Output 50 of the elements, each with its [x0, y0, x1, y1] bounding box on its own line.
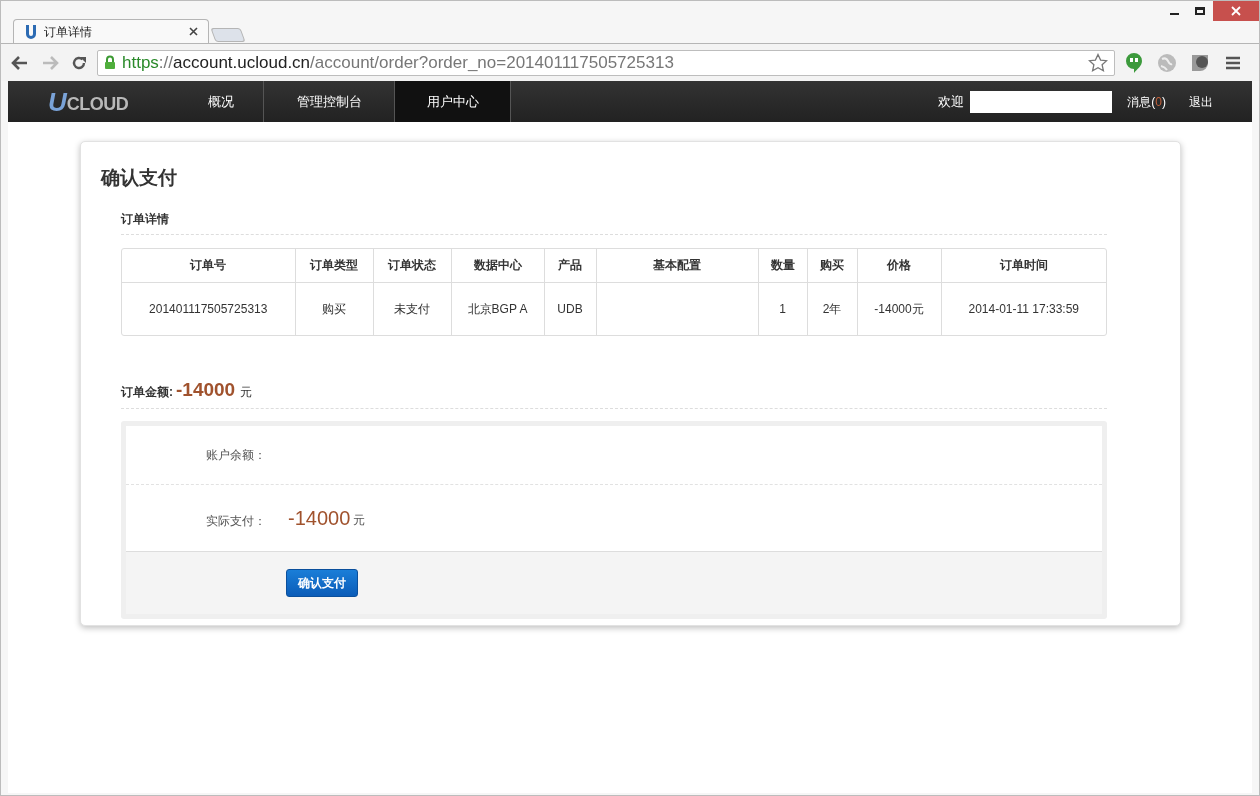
star-icon[interactable] — [1088, 52, 1108, 73]
column-header: 购买 — [807, 248, 857, 283]
column-header: 订单类型 — [295, 248, 373, 283]
actual-payment-label: 实际支付： — [206, 513, 266, 530]
logo-icon — [24, 23, 38, 40]
close-icon[interactable] — [189, 27, 198, 36]
table-cell: 购买 — [322, 301, 346, 316]
table-cell: 2014-01-11 17:33:59 — [968, 301, 1079, 316]
column-header: 基本配置 — [596, 248, 758, 283]
actual-payment-value: -14000 — [288, 506, 351, 531]
messages-link[interactable]: 消息(0) — [1127, 92, 1166, 111]
logout-link[interactable]: 退出 — [1189, 92, 1213, 111]
table-cell: 未支付 — [394, 301, 430, 316]
currency-unit: 元 — [240, 383, 253, 401]
currency-unit: 元 — [353, 512, 366, 529]
section-title: 订单详情 — [121, 209, 1107, 235]
column-header: 数量 — [758, 248, 807, 283]
page-title: 确认支付 — [101, 166, 178, 190]
reload-icon[interactable] — [71, 54, 87, 71]
extension-icon[interactable] — [1191, 53, 1209, 72]
order-amount-label: 订单金额: — [121, 383, 173, 401]
table-cell: 2年 — [822, 301, 842, 316]
nav-tab[interactable]: 用户中心 — [395, 81, 511, 122]
lock-icon — [104, 55, 116, 70]
confirm-payment-button[interactable]: 确认支付 — [286, 569, 358, 597]
table-cell: UDB — [557, 301, 583, 316]
column-header: 订单时间 — [941, 248, 1106, 283]
column-header: 价格 — [857, 248, 941, 283]
table-cell: 201401117505725313 — [149, 301, 268, 316]
column-header: 数据中心 — [451, 248, 544, 283]
url-text: https://account.ucloud.cn/account/order?order_no=201401117505725313 — [122, 51, 675, 74]
column-header: 产品 — [544, 248, 596, 283]
table-cell: 1 — [779, 301, 786, 316]
close-button[interactable] — [1213, 1, 1259, 21]
order-amount-value: -14000 — [176, 377, 236, 402]
logo[interactable]: UCLOUD — [8, 81, 178, 122]
back-icon[interactable] — [11, 54, 29, 71]
nav-tab[interactable]: 概况 — [178, 81, 264, 122]
table-cell: -14000元 — [874, 301, 924, 316]
welcome-text: 欢迎 — [938, 92, 965, 111]
column-header: 订单号 — [122, 248, 295, 283]
chat-bubble-icon[interactable] — [1125, 51, 1143, 74]
browser-tab[interactable]: 订单详情 — [13, 19, 209, 43]
address-bar[interactable]: https://account.ucloud.cn/account/order?order_no=201401117505725313 — [97, 49, 1115, 76]
balance-label: 账户余额： — [206, 447, 266, 464]
table-cell: 北京BGP A — [467, 301, 528, 316]
close-icon — [1231, 6, 1241, 16]
tab-title: 订单详情 — [44, 23, 93, 41]
column-header: 订单状态 — [373, 248, 451, 283]
menu-icon[interactable] — [1225, 55, 1241, 70]
